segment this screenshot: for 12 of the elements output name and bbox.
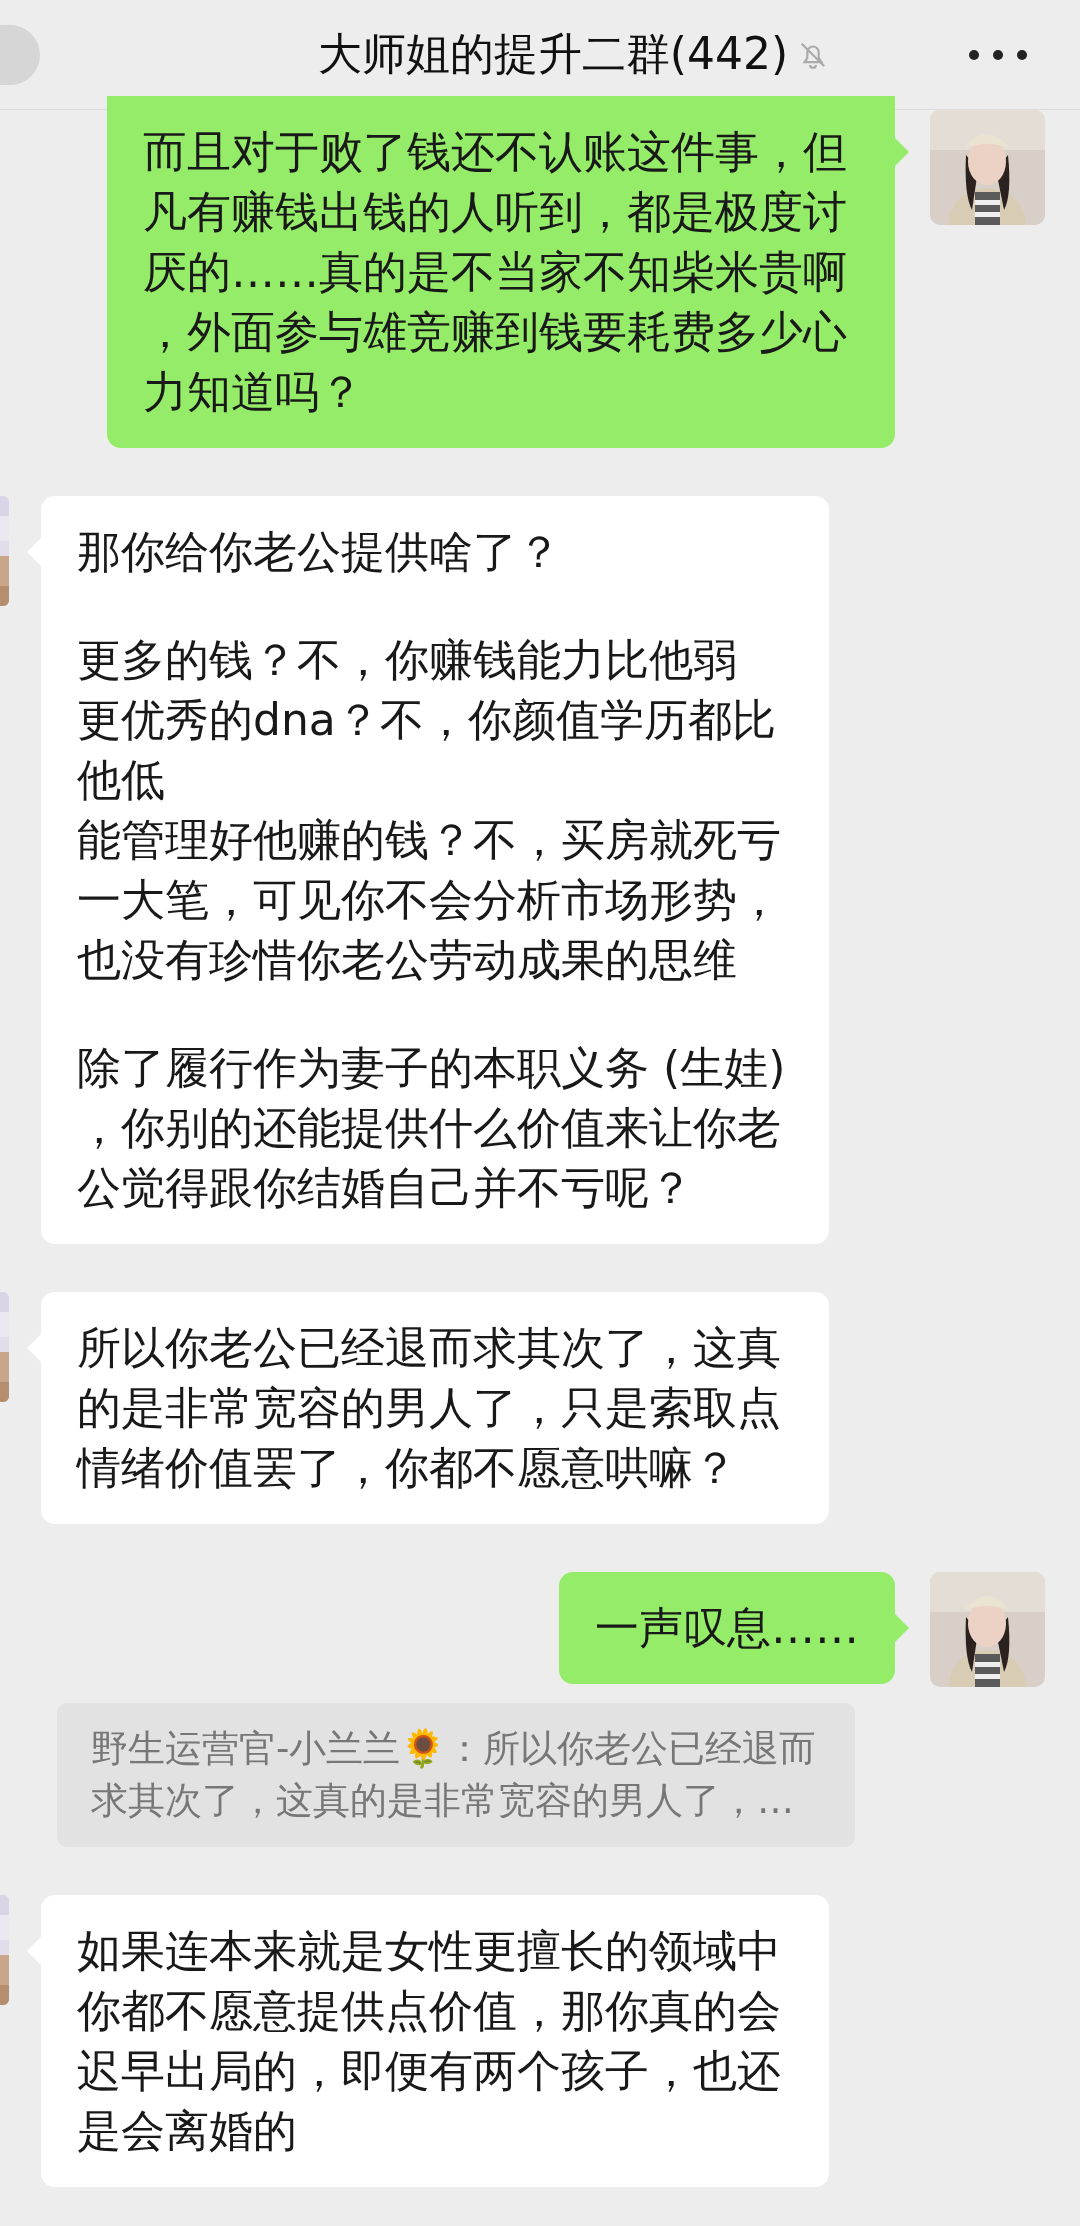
message-text: 能管理好他赚的钱？不，买房就死亏一大笔，可见你不会分析市场形势，也没有珍惜你老公劳动成果的思维 [77,813,782,987]
message-text: 所以你老公已经退而求其次了，这真的是非常宽容的男人了，只是索取点情绪价值罢了，你都不愿意哄嘛？ [77,1321,782,1495]
message-text: 如果连本来就是女性更擅长的领域中你都不愿意提供点价值，那你真的会迟早出局的，即便有两个孩子，也还是会离婚的 [77,1924,782,2158]
quoted-message[interactable]: 野生运营官-小兰兰🌻：所以你老公已经退而求其次了，这真的是非常宽容的男人了，… [57,1703,855,1847]
message-text: 而且对于败了钱还不认账这件事，但凡有赚钱出钱的人听到，都是极度讨厌的……真的是不当家不知柴米贵啊，外面参与雄竞赚到钱要耗费多少心力知道吗？ [143,125,848,419]
message-text: 一声叹息…… [595,1601,859,1655]
message-text: 除了履行作为妻子的本职义务 (生娃)，你别的还能提供什么价值来让你老公觉得跟你结婚自己并不亏呢？ [77,1041,787,1215]
message-text: 更优秀的dna？不，你颜值学历都比他低 [77,693,777,807]
chat-title: 大师姐的提升二群(442) [317,27,789,81]
more-icon[interactable] [968,48,1028,61]
message-text: 更多的钱？不，你赚钱能力比他弱 [77,633,738,687]
message-text: 那你给你老公提供啥了？ [77,525,562,579]
